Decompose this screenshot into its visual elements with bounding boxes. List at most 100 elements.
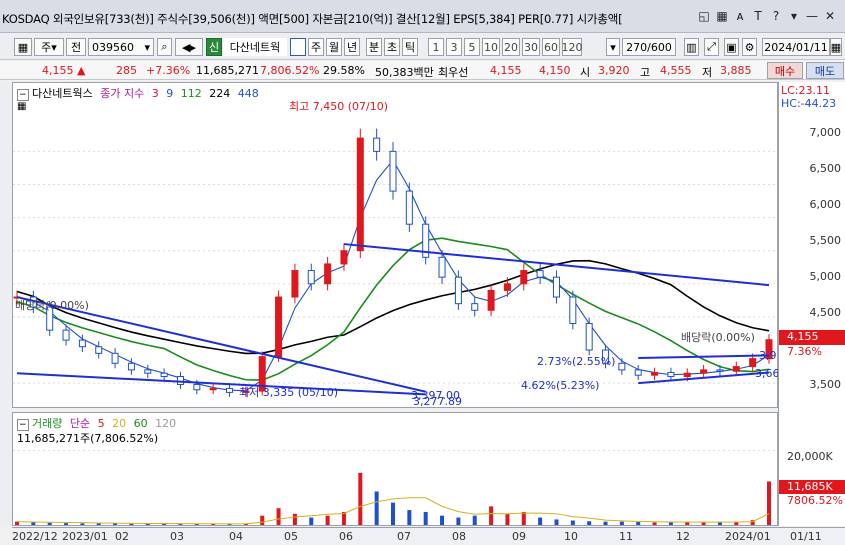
- ma-period-224: 224: [205, 87, 231, 100]
- volume-bar: [652, 522, 657, 525]
- pct-annotation-b: 4.62%(5.23%): [521, 379, 599, 392]
- price-chart-panel[interactable]: 최고 7,450 (07/10) 최저 3,335 (05/10) 배당락(0.00…: [12, 82, 779, 409]
- market-select-label: 주: [41, 41, 52, 54]
- tab-tick[interactable]: 틱: [402, 38, 418, 56]
- tab-year[interactable]: 년: [344, 38, 360, 56]
- open-label: 시: [580, 66, 591, 79]
- x-tick: 03: [170, 530, 184, 543]
- tab-second[interactable]: 초: [384, 38, 400, 56]
- search-icon[interactable]: ⌕: [157, 38, 172, 56]
- candle-body: [667, 372, 675, 378]
- tab-week[interactable]: 주: [308, 38, 324, 56]
- volume-bar: [407, 510, 412, 525]
- interval-20[interactable]: 20: [502, 38, 520, 56]
- candle-body: [160, 372, 168, 378]
- candle-body: [127, 362, 135, 371]
- bar-count-input[interactable]: 270/600: [622, 38, 676, 56]
- close-icon[interactable]: ✕: [822, 8, 838, 24]
- ma-period-112: 112: [177, 87, 202, 100]
- chevron-down-icon: ▾: [51, 40, 57, 54]
- prev-button[interactable]: 전: [66, 38, 86, 56]
- volume-pct-tag: 7806.52%: [787, 494, 843, 507]
- dropdown-icon[interactable]: ▾: [786, 8, 802, 24]
- chevron-down-icon[interactable]: ▾: [606, 38, 620, 56]
- candle-body: [749, 358, 757, 368]
- price-chart[interactable]: 최고 7,450 (07/10) 최저 3,335 (05/10) 배당락(0.00…: [13, 83, 779, 409]
- help-icon[interactable]: ?: [768, 8, 784, 24]
- title-bar: KOSDAQ 외국인보유[733(천)] 주식수[39,506(천)] 액면[5…: [0, 0, 845, 33]
- candle-body: [487, 289, 495, 311]
- volume-bar: [472, 515, 477, 525]
- pct-annotation-a: 2.73%(2.55%): [537, 355, 615, 368]
- volume-bar: [505, 513, 510, 525]
- volume-ma-period-120: 120: [151, 417, 177, 430]
- current-price: 4,155 ▲: [42, 64, 86, 77]
- candle-body: [503, 283, 511, 291]
- volume-bar: [456, 517, 461, 525]
- interval-10[interactable]: 10: [482, 38, 500, 56]
- bars-icon[interactable]: ▥: [684, 38, 699, 56]
- candle-body: [536, 270, 544, 278]
- ma-period-3: 3: [151, 87, 159, 100]
- candle-body: [683, 372, 691, 378]
- volume-chart-panel[interactable]: − 거래량 단순 5 20 60 120 11,685,271주(7,806.5…: [12, 412, 779, 526]
- y-tick: 6,500: [809, 162, 842, 175]
- grid-icon[interactable]: ▦: [714, 8, 730, 24]
- stock-code-input[interactable]: 039560 ▾: [88, 38, 154, 56]
- speaker-icon[interactable]: ◀▸: [175, 38, 203, 56]
- interval-30[interactable]: 30: [522, 38, 540, 56]
- credit-badge[interactable]: 신: [206, 38, 222, 56]
- collapse-icon[interactable]: −: [17, 89, 29, 101]
- candle-body: [373, 137, 381, 152]
- stock-name: 다산네트웍: [223, 38, 287, 56]
- x-tick: 2022/12: [12, 530, 58, 543]
- lc-label: LC:23.11: [781, 84, 831, 97]
- interval-3[interactable]: 3: [446, 38, 462, 56]
- volume-bar: [276, 508, 281, 525]
- grid-toggle-icon[interactable]: ▦: [14, 38, 32, 56]
- candle-body: [405, 190, 413, 225]
- settings-icon[interactable]: ⚙: [742, 38, 757, 56]
- tab-month[interactable]: 월: [326, 38, 342, 56]
- volume-legend: − 거래량 단순 5 20 60 120: [17, 415, 176, 431]
- font-icon[interactable]: T: [750, 8, 766, 24]
- x-tick: 05: [284, 530, 298, 543]
- save-icon[interactable]: ▣: [724, 38, 739, 56]
- volume-ma-periods: 5 20 60 120: [94, 417, 177, 430]
- low-price: 3,885: [720, 64, 752, 77]
- market-select[interactable]: 주 ▾: [34, 38, 64, 56]
- candle-body: [716, 369, 724, 372]
- candle-body: [700, 369, 708, 374]
- buy-button[interactable]: 매수: [767, 62, 803, 79]
- volume-bar: [47, 522, 52, 525]
- volume-bar: [31, 522, 36, 525]
- y-tick: 5,500: [809, 234, 842, 247]
- volume-ma-period-5: 5: [97, 417, 105, 430]
- candle-body: [176, 376, 184, 385]
- interval-60[interactable]: 60: [542, 38, 560, 56]
- volume-y-tick: 20,000K: [787, 450, 833, 463]
- calendar-icon[interactable]: ▦: [830, 38, 842, 56]
- layout-icon[interactable]: ◱: [696, 8, 712, 24]
- candle-body: [438, 256, 446, 278]
- trend-icon[interactable]: ⤢: [704, 38, 719, 56]
- hc-label: HC:-44.23: [781, 97, 837, 110]
- ma-periods: 3 9 112 224 448: [148, 87, 259, 100]
- volume-bar: [619, 521, 624, 525]
- minimize-icon[interactable]: —: [804, 8, 820, 24]
- date-input[interactable]: 2024/01/11: [762, 38, 830, 56]
- interval-120[interactable]: 120: [562, 38, 583, 56]
- memo-icon[interactable]: ᴀ: [732, 8, 748, 24]
- interval-5[interactable]: 5: [464, 38, 480, 56]
- high-annotation: 최고 7,450 (07/10): [289, 100, 388, 113]
- volume-ma-period-20: 20: [108, 417, 127, 430]
- dividend-annotation-right: 배당락(0.00%): [681, 331, 755, 344]
- chart-grid-icon[interactable]: ▦: [17, 101, 26, 112]
- sell-button[interactable]: 매도: [806, 62, 844, 79]
- candle-body: [340, 250, 348, 265]
- candle-body: [209, 387, 217, 391]
- interval-1[interactable]: 1: [428, 38, 444, 56]
- candle-body: [144, 369, 152, 374]
- tab-day[interactable]: 일: [290, 38, 306, 56]
- tab-minute[interactable]: 분: [366, 38, 382, 56]
